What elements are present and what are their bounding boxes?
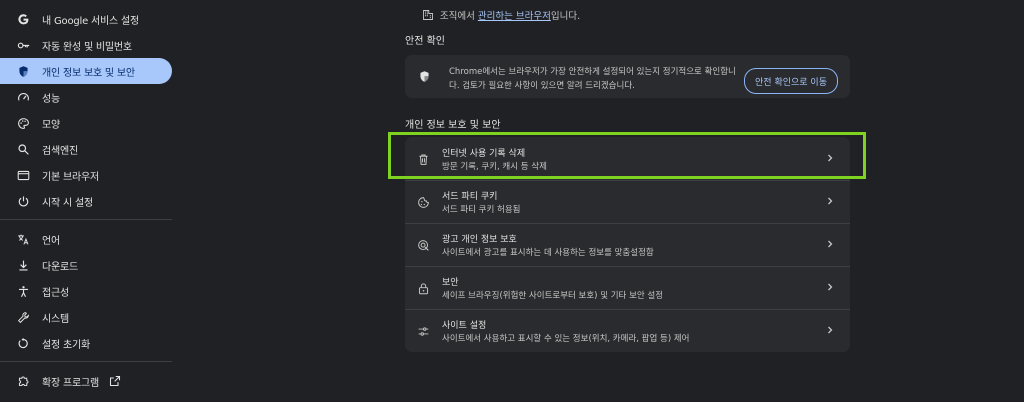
- notice-suffix: 입니다.: [550, 11, 581, 22]
- palette-icon: [16, 116, 30, 130]
- sidebar-item-accessibility[interactable]: 접근성: [0, 278, 172, 304]
- row-title: 광고 개인 정보 보호: [442, 235, 517, 245]
- chevron-right-icon: [824, 194, 836, 208]
- search-icon: [16, 142, 30, 156]
- row-title: 사이트 설정: [442, 321, 487, 331]
- row-subtitle: 서드 파티 쿠키 허용됨: [442, 205, 521, 215]
- site-settings-row[interactable]: 사이트 설정 사이트에서 사용하고 표시할 수 있는 정보(위치, 카메라, 팝…: [405, 309, 850, 352]
- sidebar-item-label: 모양: [42, 119, 60, 131]
- sidebar-item-performance[interactable]: 성능: [0, 84, 172, 110]
- privacy-section-heading: 개인 정보 보호 및 보안: [405, 120, 501, 131]
- shield-icon: [418, 68, 432, 82]
- translate-icon: [16, 232, 30, 246]
- sidebar: 내 Google 서비스 설정 자동 완성 및 비밀번호 개인 정보 보호 및 …: [0, 0, 178, 402]
- safety-check-button[interactable]: 안전 확인으로 이동: [744, 68, 838, 94]
- row-divider: [405, 180, 850, 181]
- sidebar-item-label: 접근성: [42, 287, 69, 299]
- privacy-card: 인터넷 사용 기록 삭제 방문 기록, 쿠키, 캐시 등 삭제 서드 파티 쿠키…: [405, 137, 850, 352]
- row-title: 보안: [442, 278, 459, 288]
- download-icon: [16, 258, 30, 272]
- sidebar-item-default-browser[interactable]: 기본 브라우저: [0, 162, 172, 188]
- sidebar-item-label: 설정 초기화: [42, 339, 90, 351]
- accessibility-icon: [16, 284, 30, 298]
- shield-icon: [16, 64, 30, 78]
- trash-icon: [417, 151, 431, 165]
- row-divider: [405, 266, 850, 267]
- chevron-right-icon: [824, 323, 836, 337]
- sidebar-item-label: 검색엔진: [42, 145, 78, 157]
- sidebar-item-label: 시스템: [42, 313, 69, 325]
- lock-icon: [417, 280, 431, 295]
- sidebar-item-search-engine[interactable]: 검색엔진: [0, 136, 172, 162]
- row-subtitle: 사이트에서 광고를 표시하는 데 사용하는 정보를 맞춤설정함: [442, 248, 654, 258]
- key-icon: [16, 38, 30, 52]
- managed-browser-notice: 조직에서 관리하는 브라우저입니다.: [0, 8, 1024, 22]
- reset-icon: [16, 336, 30, 350]
- security-row[interactable]: 보안 세이프 브라우징(위험한 사이트로부터 보호) 및 기타 보안 설정: [405, 266, 850, 309]
- row-subtitle: 방문 기록, 쿠키, 캐시 등 삭제: [442, 162, 547, 172]
- notice-prefix: 조직에서: [439, 11, 475, 22]
- sidebar-item-system[interactable]: 시스템: [0, 304, 172, 330]
- row-title: 인터넷 사용 기록 삭제: [442, 149, 526, 159]
- sidebar-item-label: 시작 시 설정: [42, 197, 93, 209]
- row-subtitle: 세이프 브라우징(위험한 사이트로부터 보호) 및 기타 보안 설정: [442, 291, 664, 301]
- speedometer-icon: [16, 90, 30, 104]
- sidebar-item-label: 확장 프로그램: [42, 377, 99, 389]
- chevron-right-icon: [824, 151, 836, 165]
- managed-browser-link[interactable]: 관리하는 브라우저: [478, 11, 551, 22]
- chevron-right-icon: [824, 237, 836, 251]
- sidebar-item-autofill[interactable]: 자동 완성 및 비밀번호: [0, 32, 172, 58]
- building-icon: [422, 9, 434, 21]
- power-icon: [16, 194, 30, 208]
- sliders-icon: [417, 323, 431, 337]
- sidebar-item-languages[interactable]: 언어: [0, 226, 172, 252]
- sidebar-item-privacy[interactable]: 개인 정보 보호 및 보안: [0, 58, 172, 84]
- sidebar-item-label: 자동 완성 및 비밀번호: [42, 41, 132, 53]
- sidebar-item-extensions[interactable]: 확장 프로그램: [0, 368, 172, 394]
- sidebar-item-reset[interactable]: 설정 초기화: [0, 330, 172, 356]
- sidebar-item-label: 언어: [42, 235, 60, 247]
- sidebar-divider: [0, 361, 172, 362]
- chevron-right-icon: [824, 280, 836, 294]
- clear-browsing-data-row[interactable]: 인터넷 사용 기록 삭제 방문 기록, 쿠키, 캐시 등 삭제: [405, 137, 850, 180]
- safety-check-description: Chrome에서는 브라우저가 가장 안전하게 설정되어 있는지 정기적으로 확…: [449, 67, 736, 91]
- cookie-icon: [417, 194, 431, 208]
- ad-privacy-icon: [417, 237, 431, 251]
- row-subtitle: 사이트에서 사용하고 표시할 수 있는 정보(위치, 카메라, 팝업 등) 제어: [442, 334, 690, 344]
- puzzle-icon: [16, 374, 30, 388]
- sidebar-item-label: 다운로드: [42, 261, 78, 273]
- row-divider: [405, 223, 850, 224]
- wrench-icon: [16, 310, 30, 324]
- row-divider: [405, 309, 850, 310]
- browser-icon: [16, 168, 30, 182]
- row-title: 서드 파티 쿠키: [442, 192, 498, 202]
- sidebar-item-label: 기본 브라우저: [42, 171, 99, 183]
- sidebar-item-downloads[interactable]: 다운로드: [0, 252, 172, 278]
- third-party-cookies-row[interactable]: 서드 파티 쿠키 서드 파티 쿠키 허용됨: [405, 180, 850, 223]
- sidebar-item-appearance[interactable]: 모양: [0, 110, 172, 136]
- ad-privacy-row[interactable]: 광고 개인 정보 보호 사이트에서 광고를 표시하는 데 사용하는 정보를 맞춤…: [405, 223, 850, 266]
- safety-check-card: Chrome에서는 브라우저가 가장 안전하게 설정되어 있는지 정기적으로 확…: [405, 55, 850, 98]
- sidebar-item-label: 성능: [42, 93, 60, 105]
- sidebar-item-on-startup[interactable]: 시작 시 설정: [0, 188, 172, 214]
- external-link-icon: [109, 375, 121, 387]
- sidebar-item-label: 개인 정보 보호 및 보안: [42, 67, 135, 79]
- sidebar-divider: [0, 219, 172, 220]
- safety-check-heading: 안전 확인: [405, 36, 445, 47]
